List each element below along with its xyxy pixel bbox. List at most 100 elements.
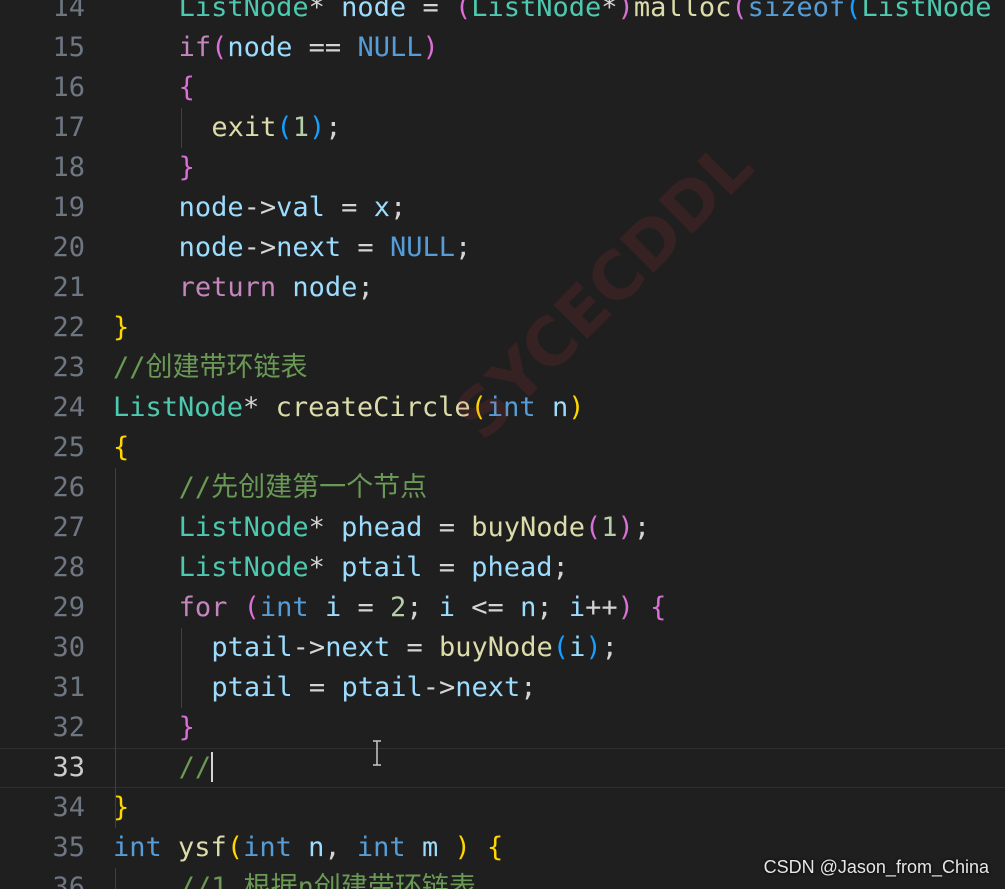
code-token: int	[259, 592, 309, 623]
code-token: phead	[341, 512, 423, 543]
code-token: NULL	[389, 232, 455, 263]
code-token: )	[454, 832, 471, 863]
code-token: ->	[422, 672, 456, 703]
code-token: *	[601, 0, 618, 23]
code-line[interactable]: 29 for (int i = 2; i <= n; i++) {	[0, 588, 1005, 628]
line-number: 27	[52, 512, 85, 543]
code-token: ListNode	[178, 0, 309, 23]
code-line[interactable]: 32}	[0, 708, 1005, 748]
code-token: //	[178, 752, 212, 783]
code-line[interactable]: 16 {	[0, 68, 1005, 108]
code-token: i	[568, 592, 586, 623]
source-credit: CSDN @Jason_from_China	[763, 857, 989, 877]
text-cursor-icon	[373, 740, 381, 766]
code-token: *	[308, 512, 342, 543]
code-line[interactable]: 27 ListNode* phead = buyNode(1);	[0, 508, 1005, 548]
line-number: 36	[52, 872, 85, 889]
line-number: 24	[52, 392, 85, 423]
code-text: ListNode* node = (ListNode*)malloc(sizeo…	[179, 0, 992, 28]
code-token: (	[211, 32, 228, 63]
code-token: (	[243, 592, 260, 623]
line-number: 17	[52, 112, 85, 143]
code-line[interactable]: 34}	[0, 788, 1005, 828]
code-line[interactable]: 18}	[0, 148, 1005, 188]
code-token: =	[422, 512, 472, 543]
code-token: node	[341, 0, 407, 23]
code-token: ;	[536, 592, 569, 623]
code-token: int	[243, 832, 292, 863]
code-text: return node;	[179, 268, 374, 308]
code-token: (	[276, 112, 293, 143]
code-token: int	[356, 832, 406, 863]
code-token: )	[308, 112, 326, 143]
code-token: *	[308, 552, 342, 583]
code-token: x	[373, 192, 390, 223]
code-line[interactable]: 21 return node;	[0, 268, 1005, 308]
code-line[interactable]: 17 exit(1);	[0, 108, 1005, 148]
code-token: next	[455, 672, 521, 703]
code-token: exit	[211, 112, 277, 143]
code-token: {	[113, 432, 130, 463]
code-token: for	[178, 592, 228, 623]
text-caret	[211, 752, 214, 782]
code-token: node	[227, 32, 293, 63]
code-token: =	[341, 592, 390, 623]
code-text: for (int i = 2; i <= n; i++) {	[179, 588, 667, 628]
code-token: =	[324, 192, 374, 223]
code-token: buyNode	[439, 632, 553, 663]
code-token: ;	[633, 512, 651, 543]
code-token: i	[438, 592, 456, 623]
code-line[interactable]: 28 ListNode* ptail = phead;	[0, 548, 1005, 588]
code-token: ++	[585, 592, 618, 623]
code-token: <=	[455, 592, 521, 623]
code-token: n	[520, 592, 537, 623]
code-token: =	[422, 552, 472, 583]
code-token: ListNode	[471, 0, 602, 23]
code-line[interactable]: 14 ListNode* node = (ListNode*)malloc(siz…	[0, 0, 1005, 28]
code-token: return	[178, 272, 277, 303]
indent-guide	[115, 868, 116, 889]
code-token: ysf	[178, 832, 227, 863]
code-text: if(node == NULL)	[179, 28, 439, 68]
code-line[interactable]: 15 if(node == NULL)	[0, 28, 1005, 68]
code-token: ->	[292, 632, 326, 663]
line-number: 21	[52, 272, 85, 303]
code-token: )	[617, 592, 634, 623]
code-token: (	[454, 0, 472, 23]
code-text: ListNode* ptail = phead;	[179, 548, 569, 588]
code-token: node	[292, 272, 358, 303]
code-token: ;	[357, 272, 374, 303]
code-text: //先创建第一个节点	[179, 468, 428, 508]
code-token: buyNode	[471, 512, 586, 543]
code-text: node->next = NULL;	[179, 228, 472, 268]
code-token: if	[178, 32, 212, 63]
code-line[interactable]: 26 //先创建第一个节点	[0, 468, 1005, 508]
code-token: //1.根据n创建带环链表	[178, 872, 476, 889]
line-number: 31	[52, 672, 85, 703]
line-number: 30	[52, 632, 85, 663]
code-editor[interactable]: 14 ListNode* node = (ListNode*)malloc(siz…	[0, 0, 1005, 889]
code-text: ListNode* phead = buyNode(1);	[179, 508, 650, 548]
code-line[interactable]: 31 ptail = ptail->next;	[0, 668, 1005, 708]
code-token: ptail	[211, 632, 293, 663]
code-text: {	[179, 68, 195, 108]
code-token: =	[406, 0, 455, 23]
code-token: next	[325, 632, 391, 663]
code-token: next	[276, 232, 342, 263]
code-token: node	[178, 192, 244, 223]
code-token: {	[487, 832, 504, 863]
code-line[interactable]: 20 node->next = NULL;	[0, 228, 1005, 268]
code-token: //先创建第一个节点	[178, 472, 428, 503]
code-token: ListNode	[178, 512, 309, 543]
code-line[interactable]: 19 node->val = x;	[0, 188, 1005, 228]
line-number: 29	[52, 592, 85, 623]
code-token: ;	[389, 192, 407, 223]
code-line[interactable]: 30 ptail->next = buyNode(i);	[0, 628, 1005, 668]
code-line-current[interactable]: 33 //	[0, 748, 1005, 788]
code-token: =	[341, 232, 390, 263]
code-token: )	[422, 32, 439, 63]
